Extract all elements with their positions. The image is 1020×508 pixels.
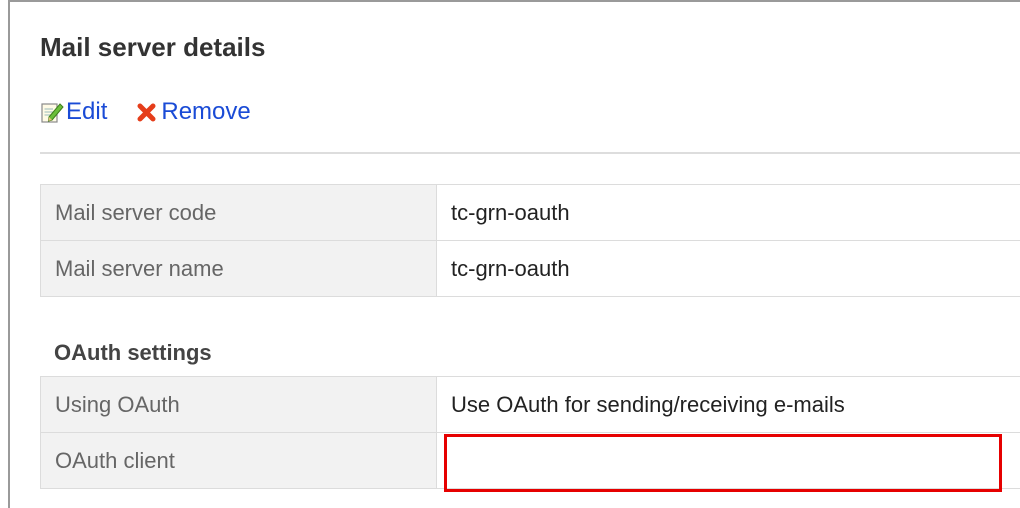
action-bar: Edit Remove: [40, 98, 279, 126]
table-row: Mail server name tc-grn-oauth: [40, 240, 1020, 297]
mail-server-name-value: tc-grn-oauth: [436, 240, 1020, 297]
remove-label: Remove: [161, 98, 251, 125]
edit-icon: [40, 100, 64, 124]
remove-icon: [135, 100, 159, 124]
oauth-client-label: OAuth client: [40, 432, 437, 489]
using-oauth-label: Using OAuth: [40, 376, 437, 433]
mail-server-code-label: Mail server code: [40, 184, 437, 241]
edit-link[interactable]: Edit: [40, 98, 107, 126]
page-title: Mail server details: [40, 32, 266, 62]
mail-server-name-label: Mail server name: [40, 240, 437, 297]
remove-link[interactable]: Remove: [135, 98, 251, 126]
oauth-settings-heading: OAuth settings: [54, 340, 212, 365]
table-row: Using OAuth Use OAuth for sending/receiv…: [40, 376, 1020, 433]
content-frame: Mail server details Edit Remove Mail ser…: [8, 0, 1020, 508]
edit-label: Edit: [66, 98, 108, 125]
using-oauth-value: Use OAuth for sending/receiving e-mails: [436, 376, 1020, 433]
table-row: Mail server code tc-grn-oauth: [40, 184, 1020, 241]
basic-details-table: Mail server code tc-grn-oauth Mail serve…: [40, 184, 1020, 297]
divider: [40, 152, 1020, 154]
mail-server-code-value: tc-grn-oauth: [436, 184, 1020, 241]
oauth-client-highlight: [444, 434, 1002, 492]
